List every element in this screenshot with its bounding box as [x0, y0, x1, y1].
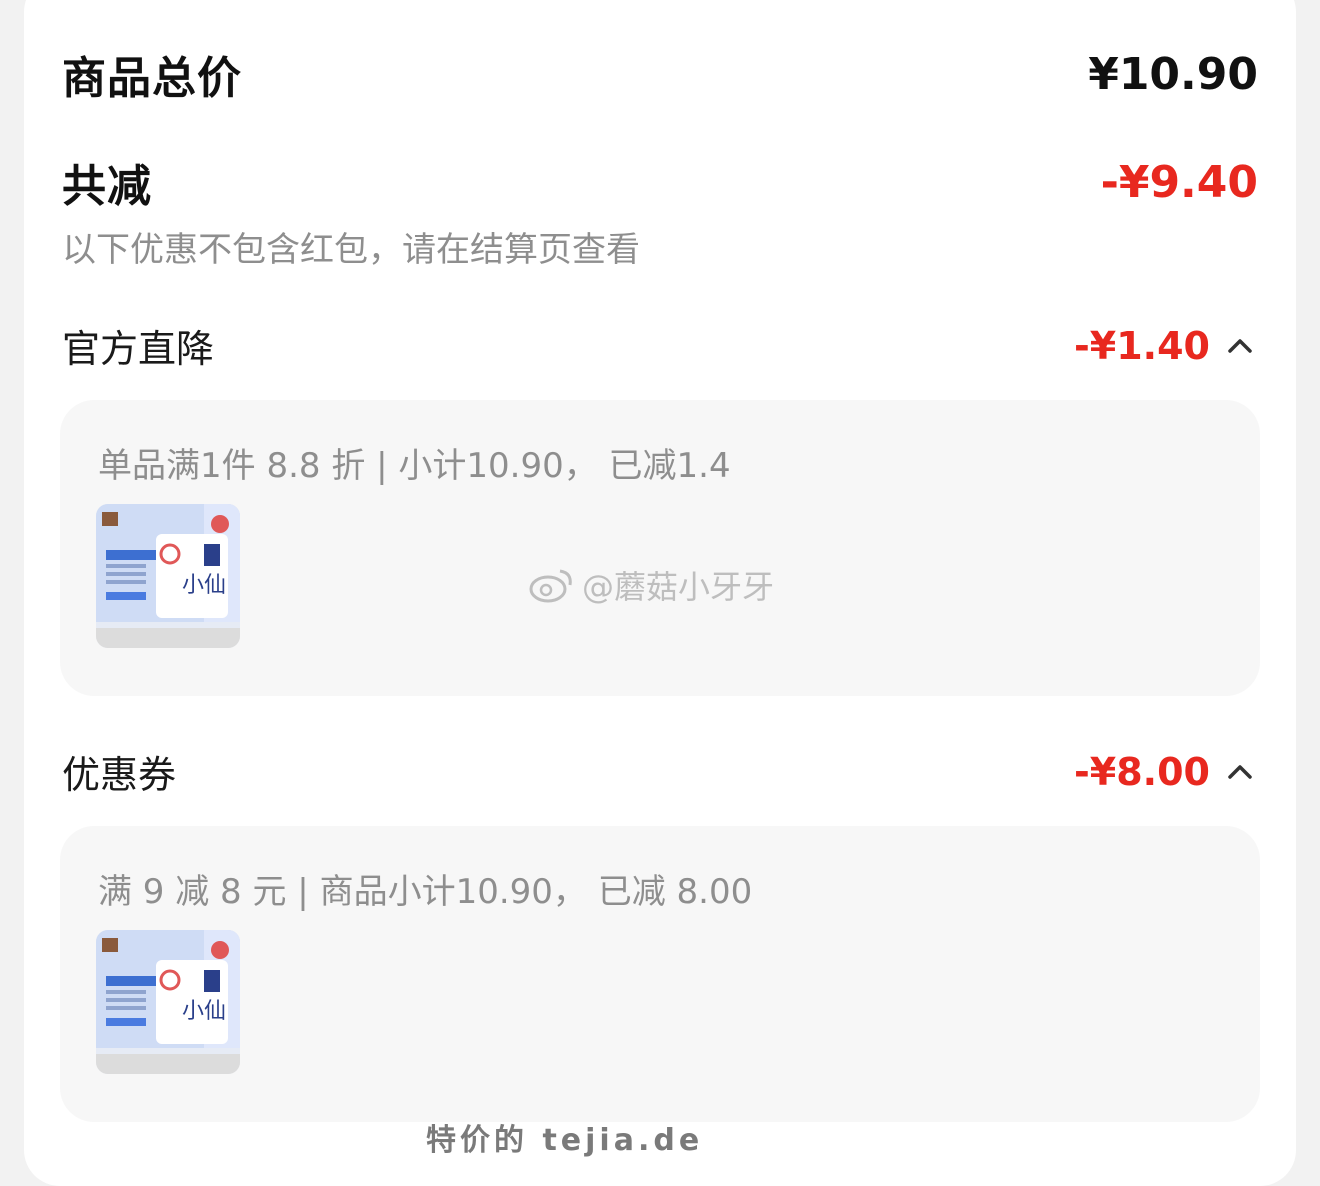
svg-text:小仙: 小仙 — [182, 999, 226, 1024]
product-thumbnail[interactable]: 小仙 — [96, 930, 240, 1074]
total-label: 商品总价 — [62, 53, 242, 104]
section-coupon[interactable]: 优惠券 -¥8.00 — [62, 744, 1258, 799]
reduce-value: -¥9.40 — [1100, 156, 1258, 208]
discount-detail: 单品满1件 8.8 折 | 小计10.90， 已减1.4 — [98, 446, 731, 486]
footer-watermark: 特价的 tejia.de — [426, 1123, 704, 1158]
watermark-text: @蘑菇小牙牙 — [582, 568, 775, 606]
weibo-icon — [529, 569, 572, 603]
weibo-watermark: @蘑菇小牙牙 — [528, 562, 774, 608]
coupon-panel: 满 9 减 8 元 | 商品小计10.90， 已减 8.00 小仙 — [60, 826, 1260, 1122]
product-image-icon: 小仙 — [96, 504, 240, 648]
reduce-row: 共减 -¥9.40 — [62, 150, 1258, 214]
section-value: -¥1.40 — [1074, 323, 1210, 368]
product-image-icon: 小仙 — [96, 930, 240, 1074]
discount-note: 以下优惠不包含红包，请在结算页查看 — [62, 230, 640, 270]
section-official-discount[interactable]: 官方直降 -¥1.40 — [62, 318, 1258, 373]
svg-text:小仙: 小仙 — [182, 573, 226, 598]
chevron-up-icon[interactable] — [1222, 754, 1258, 790]
product-thumbnail[interactable]: 小仙 — [96, 504, 240, 648]
total-row: 商品总价 ¥10.90 — [62, 42, 1258, 106]
section-label: 优惠券 — [62, 753, 177, 797]
chevron-up-icon[interactable] — [1222, 328, 1258, 364]
section-label: 官方直降 — [62, 327, 215, 371]
coupon-detail: 满 9 减 8 元 | 商品小计10.90， 已减 8.00 — [98, 872, 753, 912]
total-value: ¥10.90 — [1088, 48, 1258, 100]
section-value: -¥8.00 — [1074, 749, 1210, 794]
reduce-label: 共减 — [62, 161, 152, 212]
official-discount-panel: 单品满1件 8.8 折 | 小计10.90， 已减1.4 小仙 — [60, 400, 1260, 696]
